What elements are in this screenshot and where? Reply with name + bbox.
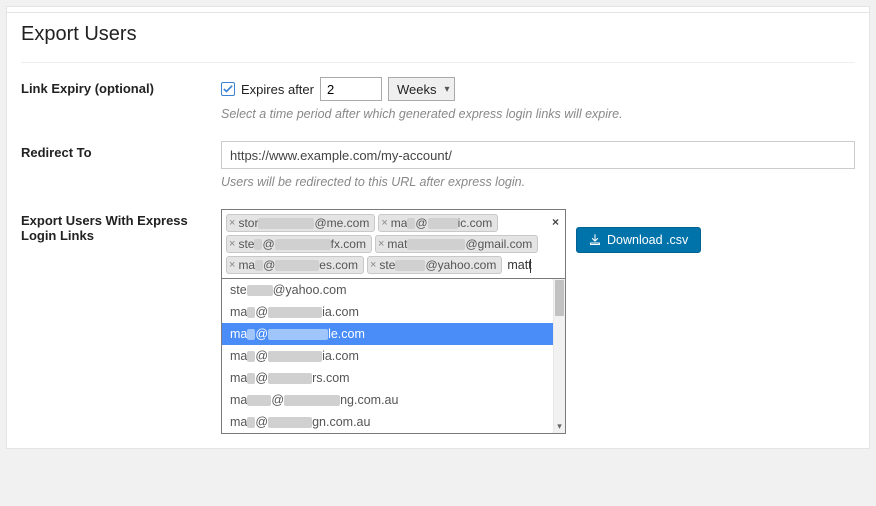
- remove-token-icon[interactable]: ×: [229, 217, 235, 229]
- multiselect-search-input[interactable]: matt: [505, 257, 531, 273]
- dropdown-option[interactable]: ste@yahoo.com: [222, 279, 565, 301]
- top-divider: [7, 7, 869, 13]
- divider: [21, 62, 855, 63]
- dropdown-option[interactable]: ma@ia.com: [222, 301, 565, 323]
- dropdown-option[interactable]: ma@ia.com: [222, 345, 565, 367]
- row-export-users: Export Users With Express Login Links ×s…: [21, 209, 855, 434]
- scroll-thumb[interactable]: [555, 280, 564, 316]
- body-redirect: Users will be redirected to this URL aft…: [221, 141, 855, 189]
- expires-after-label: Expires after: [241, 82, 314, 97]
- dropdown-option[interactable]: ma@le.com: [222, 323, 565, 345]
- user-token: ×mat@gmail.com: [375, 235, 538, 253]
- user-token: ×ma@ic.com: [378, 214, 498, 232]
- user-token: ×ste@fx.com: [226, 235, 372, 253]
- expiry-unit-select[interactable]: Weeks: [388, 77, 456, 101]
- help-link-expiry: Select a time period after which generat…: [221, 107, 855, 121]
- dropdown-option[interactable]: ma@rs.com: [222, 367, 565, 389]
- row-link-expiry: Link Expiry (optional) Expires after Wee…: [21, 77, 855, 121]
- label-redirect: Redirect To: [21, 141, 221, 160]
- scroll-down-icon: ▾: [554, 421, 565, 432]
- export-panel: Export Users Link Expiry (optional) Expi…: [6, 6, 870, 449]
- row-redirect: Redirect To Users will be redirected to …: [21, 141, 855, 189]
- dropdown-list: ste@yahoo.comma@ia.comma@le.comma@ia.com…: [222, 279, 565, 433]
- user-token: ×ste@yahoo.com: [367, 256, 502, 274]
- remove-token-icon[interactable]: ×: [378, 238, 384, 250]
- expiry-unit-value: Weeks: [397, 82, 437, 97]
- redirect-url-input[interactable]: [221, 141, 855, 169]
- remove-token-icon[interactable]: ×: [229, 238, 235, 250]
- body-link-expiry: Expires after Weeks Select a time period…: [221, 77, 855, 121]
- remove-token-icon[interactable]: ×: [381, 217, 387, 229]
- clear-all-button[interactable]: ×: [552, 215, 559, 229]
- dropdown-scrollbar[interactable]: ▾: [553, 279, 565, 433]
- body-export-users: ×stor@me.com×ma@ic.com ×ste@fx.com×mat@gm…: [221, 209, 855, 434]
- label-export-users: Export Users With Express Login Links: [21, 209, 221, 243]
- check-icon: [223, 84, 233, 94]
- expires-checkbox[interactable]: [221, 82, 235, 96]
- help-redirect: Users will be redirected to this URL aft…: [221, 175, 855, 189]
- label-link-expiry: Link Expiry (optional): [21, 77, 221, 96]
- dropdown-option[interactable]: ma@ng.com.au: [222, 389, 565, 411]
- download-csv-button[interactable]: Download .csv: [576, 227, 701, 253]
- download-csv-label: Download .csv: [607, 233, 688, 247]
- user-token: ×stor@me.com: [226, 214, 375, 232]
- user-dropdown: ste@yahoo.comma@ia.comma@le.comma@ia.com…: [221, 279, 566, 434]
- user-token: ×ma@es.com: [226, 256, 364, 274]
- download-icon: [589, 234, 601, 246]
- expiry-number-input[interactable]: [320, 77, 382, 101]
- page-title: Export Users: [21, 23, 855, 46]
- dropdown-option[interactable]: ma@gn.com.au: [222, 411, 565, 433]
- multiselect-wrap: ×stor@me.com×ma@ic.com ×ste@fx.com×mat@gm…: [221, 209, 566, 434]
- remove-token-icon[interactable]: ×: [370, 259, 376, 271]
- user-multiselect[interactable]: ×stor@me.com×ma@ic.com ×ste@fx.com×mat@gm…: [221, 209, 566, 279]
- remove-token-icon[interactable]: ×: [229, 259, 235, 271]
